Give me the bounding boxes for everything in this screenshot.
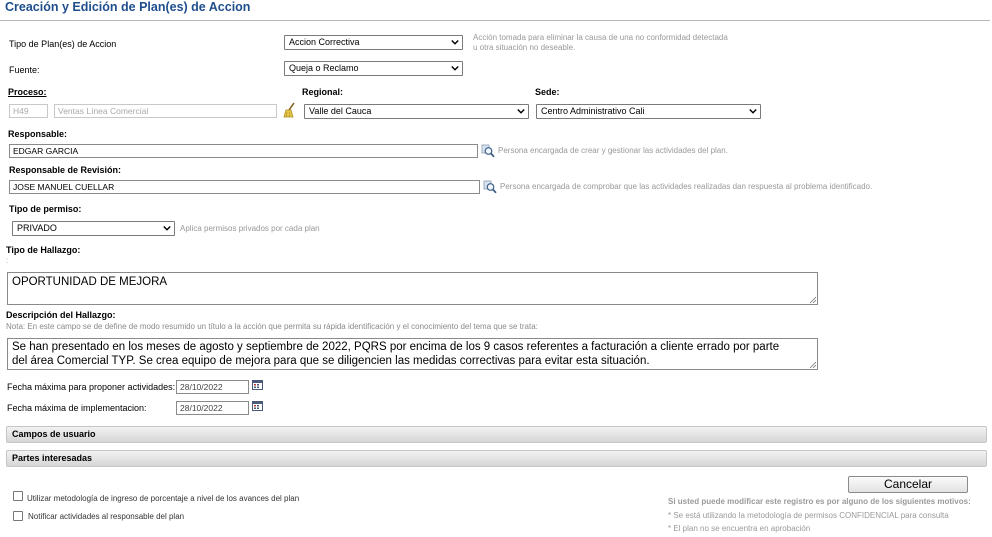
sede-select[interactable]: Centro Administrativo Cali (536, 104, 761, 119)
regional-label: Regional: (302, 87, 344, 97)
descripcion-label: Descripción del Hallazgo: (6, 310, 116, 320)
page-title: Creación y Edición de Plan(es) de Accion (5, 0, 251, 14)
resize-grip-icon[interactable] (809, 296, 816, 303)
responsable-hint: Persona encargada de crear y gestionar l… (498, 146, 728, 155)
magnifier-icon[interactable] (481, 144, 495, 158)
tipo-plan-value: Accion Correctiva (289, 37, 360, 47)
fecha-implementacion-label: Fecha máxima de implementacion: (7, 403, 147, 413)
chevron-down-icon (163, 225, 171, 231)
descripcion-textarea[interactable]: Se han presentado en los meses de agosto… (7, 338, 818, 370)
tipo-plan-label: Tipo de Plan(es) de Accion (9, 39, 117, 49)
tipo-hallazgo-textarea[interactable]: OPORTUNIDAD DE MEJORA (7, 272, 818, 305)
section-campos-usuario[interactable]: Campos de usuario (6, 426, 987, 443)
resize-grip-icon[interactable] (809, 361, 816, 368)
fecha-proponer-label: Fecha máxima para proponer actividades: (7, 382, 176, 392)
tipo-hallazgo-colon: : (6, 256, 9, 265)
tipo-permiso-hint: Aplica permisos privados por cada plan (180, 224, 320, 233)
calendar-icon[interactable] (252, 400, 263, 411)
tipo-hallazgo-value: OPORTUNIDAD DE MEJORA (12, 276, 168, 288)
proceso-code-input: H49 (9, 104, 48, 118)
title-divider (0, 20, 990, 21)
regional-value: Valle del Cauca (309, 106, 372, 116)
fuente-label: Fuente: (9, 65, 40, 75)
responsable-revision-input[interactable]: JOSE MANUEL CUELLAR (9, 180, 480, 194)
notice-item-2: * El plan no se encuentra en aprobación (668, 524, 811, 533)
responsable-input[interactable]: EDGAR GARCIA (9, 144, 478, 158)
fecha-implementacion-input[interactable]: 28/10/2022 (176, 401, 249, 415)
fecha-proponer-input[interactable]: 28/10/2022 (176, 380, 249, 394)
responsable-label: Responsable: (8, 129, 68, 139)
notice-item-1: * Se está utilizando la metodología de p… (668, 511, 949, 520)
metodologia-checkbox[interactable] (13, 491, 23, 501)
chevron-down-icon (517, 108, 525, 114)
notificar-label: Notificar actividades al responsable del… (28, 512, 185, 521)
responsable-revision-label: Responsable de Revisión: (9, 165, 122, 175)
notice-title: Si usted puede modificar este registro e… (668, 497, 971, 506)
chevron-down-icon (749, 108, 757, 114)
tipo-hallazgo-label: Tipo de Hallazgo: (6, 245, 81, 255)
sede-value: Centro Administrativo Cali (541, 106, 645, 116)
broom-icon[interactable] (283, 102, 296, 118)
proceso-name-input: Ventas Línea Comercial (54, 104, 277, 118)
fuente-select[interactable]: Queja o Reclamo (284, 61, 463, 76)
descripcion-line-2: del área Comercial TYP. Se crea equipo d… (12, 354, 650, 367)
section-partes-interesadas[interactable]: Partes interesadas (6, 450, 987, 467)
tipo-permiso-label: Tipo de permiso: (9, 204, 82, 214)
tipo-permiso-value: PRIVADO (17, 223, 57, 233)
sede-label: Sede: (535, 87, 560, 97)
magnifier-icon[interactable] (483, 180, 497, 194)
chevron-down-icon (451, 65, 459, 71)
tipo-permiso-select[interactable]: PRIVADO (12, 221, 175, 236)
chevron-down-icon (451, 39, 459, 45)
descripcion-note: Nota: En este campo se de define de modo… (6, 322, 538, 331)
cancel-button[interactable]: Cancelar (848, 476, 968, 493)
metodologia-label: Utilizar metodología de ingreso de porce… (27, 494, 300, 503)
fuente-value: Queja o Reclamo (289, 63, 359, 73)
tipo-plan-hint-1: Acción tomada para eliminar la causa de … (473, 33, 728, 42)
proceso-label[interactable]: Proceso: (8, 87, 47, 97)
tipo-plan-hint-2: u otra situación no deseable. (473, 43, 576, 52)
descripcion-line-1: Se han presentado en los meses de agosto… (12, 341, 780, 353)
responsable-revision-hint: Persona encargada de comprobar que las a… (500, 182, 873, 191)
calendar-icon[interactable] (252, 379, 263, 390)
tipo-plan-select[interactable]: Accion Correctiva (284, 35, 463, 50)
notificar-checkbox[interactable] (13, 511, 23, 521)
regional-select[interactable]: Valle del Cauca (304, 104, 529, 119)
